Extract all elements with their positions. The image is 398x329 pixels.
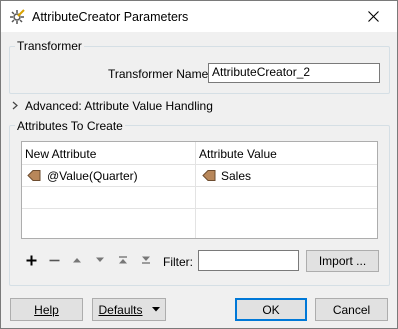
column-header-attribute-value[interactable]: Attribute Value: [199, 146, 374, 162]
chevron-right-icon[interactable]: [12, 101, 19, 110]
defaults-dropdown-button[interactable]: Defaults: [92, 298, 166, 321]
filter-input[interactable]: [198, 250, 299, 271]
transformer-group-label: Transformer: [15, 39, 84, 53]
move-down-button[interactable]: [91, 251, 109, 269]
new-attribute-cell[interactable]: @Value(Quarter): [47, 168, 192, 184]
dialog-window: AttributeCreator Parameters Transformer …: [0, 0, 398, 329]
table-row[interactable]: @Value(Quarter) Sales: [22, 165, 377, 186]
ok-button[interactable]: OK: [235, 298, 307, 321]
transformer-name-input[interactable]: AttributeCreator_2: [208, 63, 380, 83]
advanced-section-toggle[interactable]: Advanced: Attribute Value Handling: [25, 99, 213, 113]
help-button[interactable]: Help: [10, 298, 83, 321]
transformer-name-label: Transformer Name:: [108, 67, 212, 81]
column-header-new-attribute[interactable]: New Attribute: [25, 146, 193, 162]
triangle-down-icon: [96, 257, 104, 262]
remove-row-button[interactable]: [45, 251, 63, 269]
add-row-button[interactable]: [22, 251, 40, 269]
move-up-button[interactable]: [68, 251, 86, 269]
import-button[interactable]: Import ...: [306, 250, 379, 272]
caret-down-icon: [151, 307, 160, 312]
cancel-button[interactable]: Cancel: [315, 298, 388, 321]
move-to-top-icon: [119, 256, 127, 264]
title-bar[interactable]: AttributeCreator Parameters: [1, 1, 397, 32]
attributes-table[interactable]: New Attribute Attribute Value @Value(Qua…: [21, 141, 378, 239]
value-tag-icon: [202, 170, 216, 181]
close-button[interactable]: [351, 1, 395, 32]
move-to-bottom-icon: [142, 256, 150, 264]
attribute-tag-icon: [27, 170, 41, 181]
attributes-group-label: Attributes To Create: [15, 119, 125, 133]
window-title: AttributeCreator Parameters: [32, 10, 189, 24]
transformer-app-icon: [10, 9, 25, 24]
move-to-bottom-button[interactable]: [137, 251, 155, 269]
defaults-button-label: Defaults: [98, 302, 143, 317]
attribute-value-cell[interactable]: Sales: [221, 168, 371, 184]
triangle-up-icon: [73, 258, 81, 263]
help-button-label: Help: [34, 302, 59, 317]
plus-icon: [26, 255, 36, 265]
close-icon: [367, 11, 379, 22]
filter-label: Filter:: [163, 255, 193, 269]
table-row[interactable]: [22, 187, 377, 208]
move-to-top-button[interactable]: [114, 251, 132, 269]
minus-icon: [49, 259, 59, 261]
